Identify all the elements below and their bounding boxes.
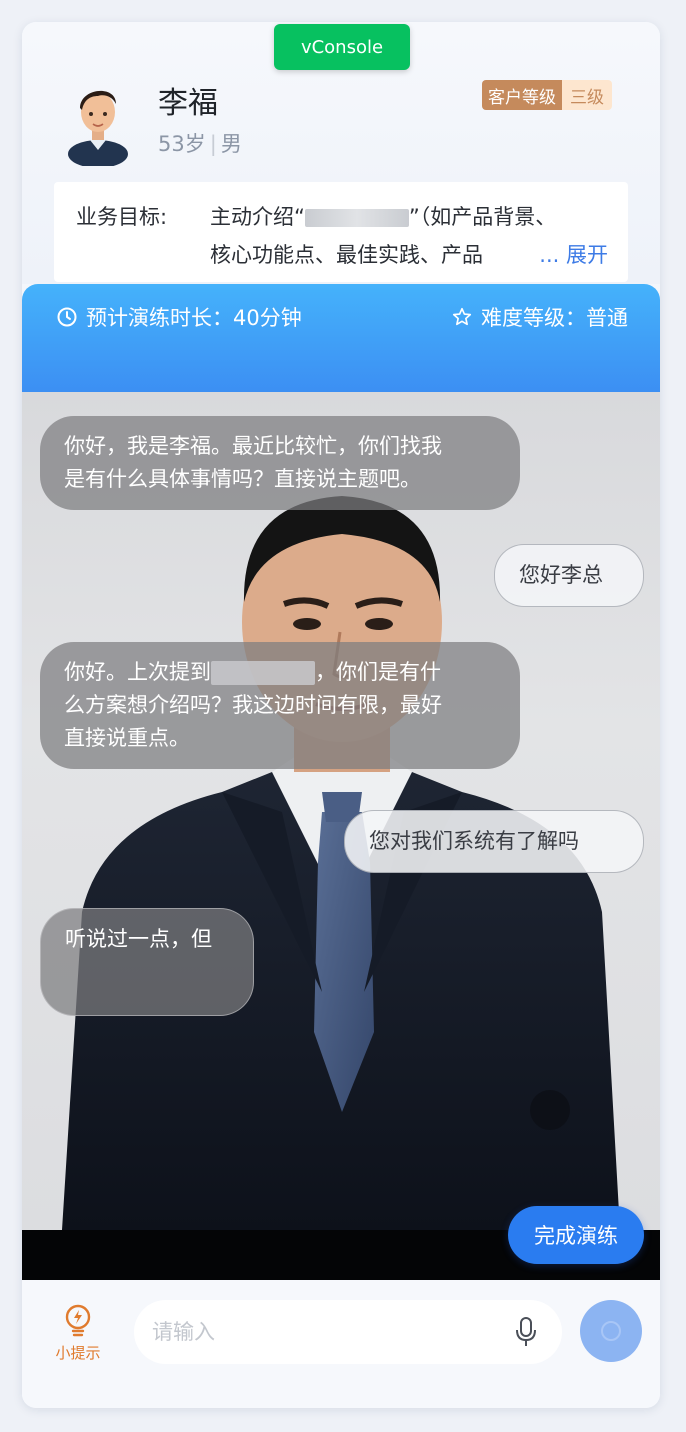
chat-line: 您好李总 (519, 563, 603, 587)
chat-bubble-ai: 听说过一点，但 (40, 908, 254, 1016)
customer-level-badge: 客户等级 三级 (482, 80, 612, 110)
star-icon (452, 307, 472, 326)
chat-line: 是有什么具体事情吗？直接说主题吧。 (64, 467, 421, 491)
chat-bubble-user: 您对我们系统有了解吗 (344, 810, 644, 873)
chat-line: 你好，我是李福。最近比较忙，你们找我 (64, 434, 442, 458)
difficulty-info: 难度等级：普通 (451, 302, 628, 332)
chat-line: 直接说重点。 (64, 726, 190, 750)
business-goal: 业务目标: 主动介绍“ ”（如产品背景、 核心功能点、最佳实践、产品 ... 展开 (54, 182, 628, 282)
lightbulb-icon (65, 1304, 91, 1337)
goal-label: 业务目标: (76, 205, 168, 229)
clock-icon (57, 307, 77, 327)
app-frame: 李福 53岁 | 男 客户等级 三级 业务目标: 主动介绍“ ”（如产品背景、 核心功… (22, 22, 660, 1408)
chat-line: 您对我们系统有了解吗 (369, 829, 579, 853)
message-input[interactable] (152, 1314, 492, 1350)
finish-practice-button[interactable]: 完成演练 (508, 1206, 644, 1264)
video-stage: 你好，我是李福。最近比较忙，你们找我 是有什么具体事情吗？直接说主题吧。 您好李… (22, 392, 660, 1230)
meta-divider: | (209, 132, 217, 156)
goal-line-2: 核心功能点、最佳实践、产品 (210, 243, 483, 267)
level-value: 三级 (562, 80, 612, 110)
tip-button[interactable]: 小提示 (46, 1304, 110, 1363)
duration-text: 预计演练时长：40分钟 (86, 306, 302, 330)
message-input-wrapper (134, 1300, 562, 1364)
chat-bubble-ai: 你好，我是李福。最近比较忙，你们找我 是有什么具体事情吗？直接说主题吧。 (40, 416, 520, 510)
send-circle-icon (601, 1321, 621, 1341)
duration-info: 预计演练时长：40分钟 (56, 302, 302, 332)
expand-link[interactable]: ... 展开 (523, 236, 608, 274)
customer-gender: 男 (220, 132, 242, 156)
difficulty-text: 难度等级：普通 (481, 306, 628, 330)
chat-bubble-user: 您好李总 (494, 544, 644, 607)
tip-label: 小提示 (55, 1344, 101, 1362)
chat-line: 听说过一点，但 (65, 927, 212, 951)
customer-age: 53岁 (158, 132, 206, 156)
vconsole-button[interactable]: vConsole (274, 24, 410, 70)
goal-line-1: 主动介绍“ ”（如产品背景、 (210, 198, 556, 236)
input-area: 小提示 (22, 1280, 660, 1408)
send-button[interactable] (580, 1300, 642, 1362)
customer-avatar (68, 90, 128, 166)
goal-line-1-prefix: 主动介绍“ (210, 205, 305, 229)
chat-text: ，你们是有什 (315, 660, 441, 684)
goal-line-1-suffix: ”（如产品背景、 (408, 205, 557, 229)
chat-line: 么方案想介绍吗？我这边时间有限，最好 (64, 693, 442, 717)
chat-bubble-ai: 你好。上次提到 ，你们是有什 么方案想介绍吗？我这边时间有限，最好 直接说重点。 (40, 642, 520, 769)
session-info-bar: 预计演练时长：40分钟 难度等级：普通 (22, 284, 660, 392)
microphone-icon[interactable] (514, 1316, 538, 1348)
redacted-text (211, 661, 315, 685)
chat-line: 你好。上次提到 ，你们是有什 (64, 656, 496, 689)
customer-name: 李福 (158, 86, 218, 121)
level-key: 客户等级 (482, 80, 562, 110)
redacted-product-name (304, 209, 409, 227)
customer-meta: 53岁 | 男 (158, 128, 242, 158)
chat-text: 你好。上次提到 (64, 660, 211, 684)
